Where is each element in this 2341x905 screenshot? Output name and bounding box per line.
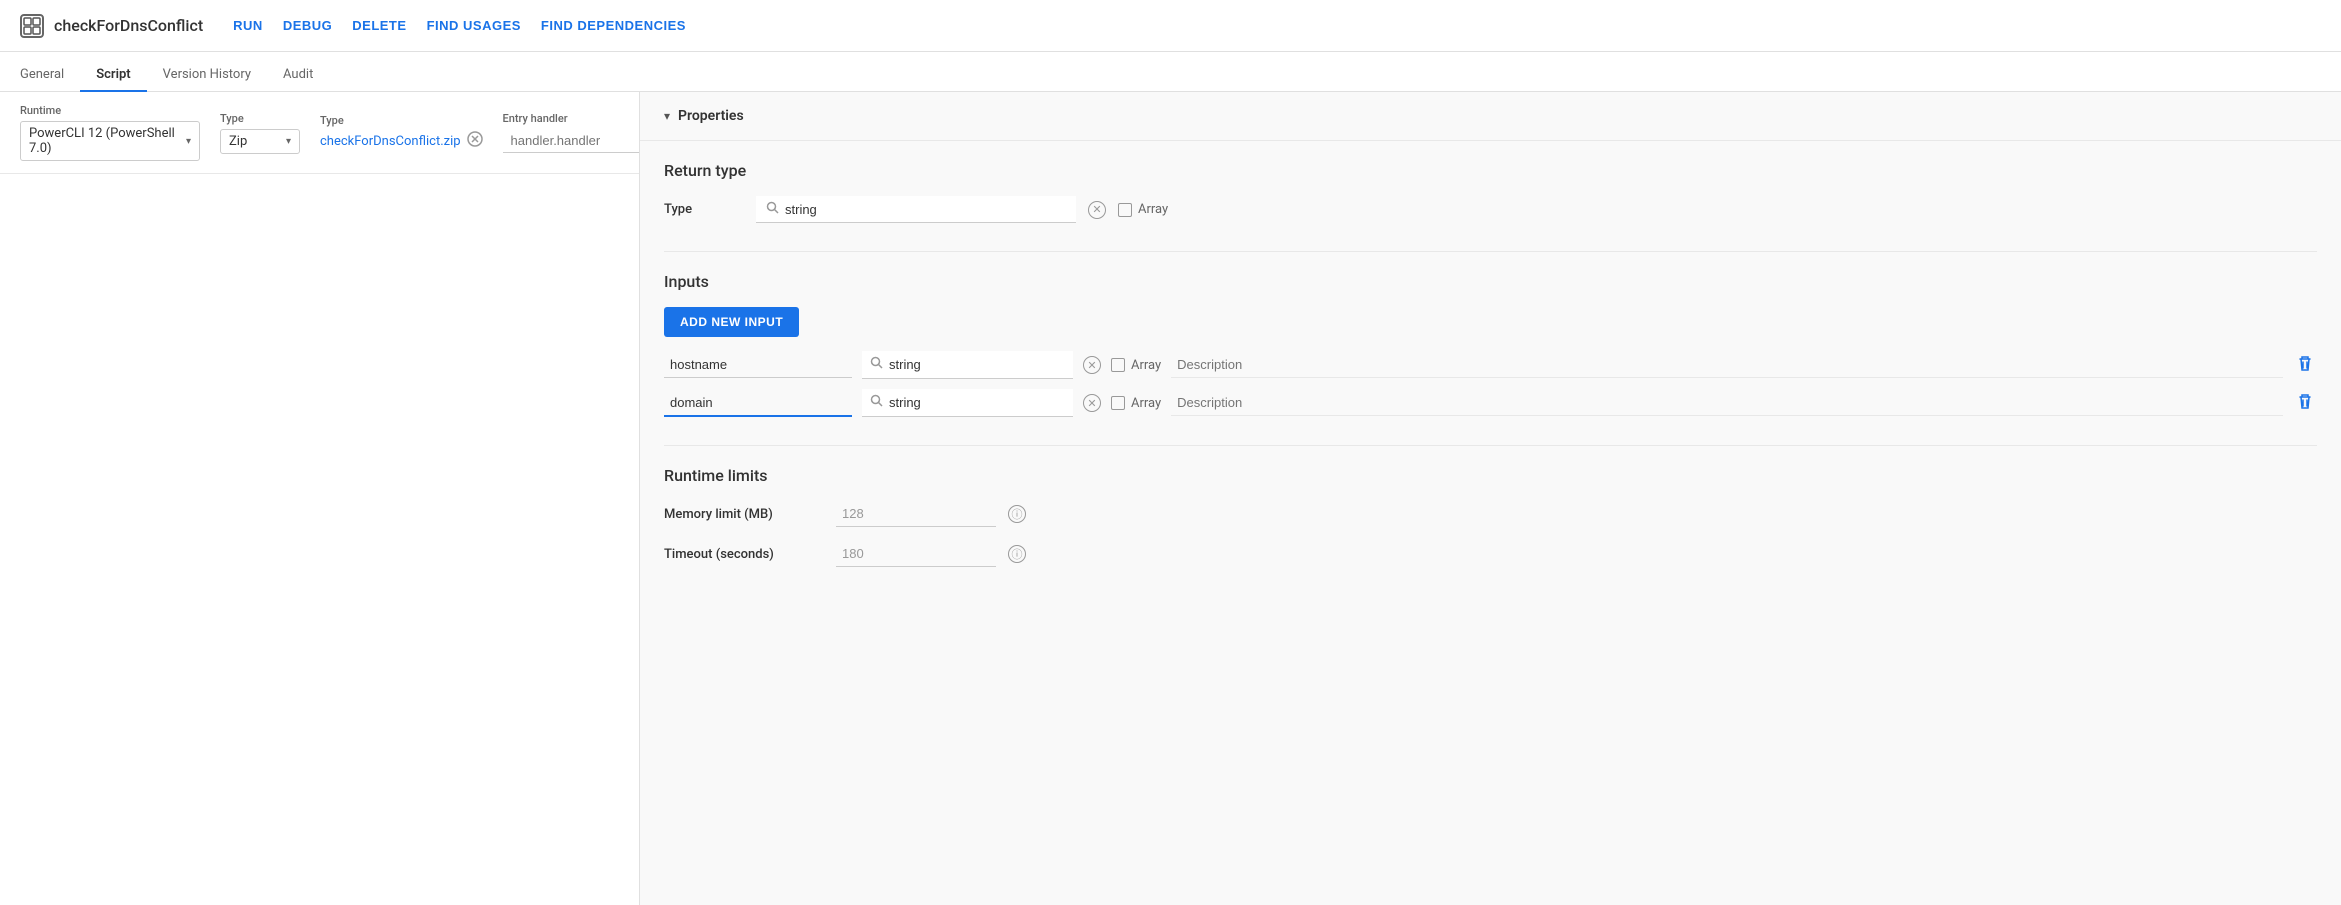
runtime-select[interactable]: PowerCLI 12 (PowerShell 7.0) ▾ [20,121,200,161]
delete-hostname-button[interactable] [2293,352,2317,378]
type-field-label: Type [664,202,744,217]
properties-header-label: Properties [678,108,744,124]
properties-content: Return type Type ✕ Array [640,141,2341,615]
left-panel: Runtime PowerCLI 12 (PowerShell 7.0) ▾ T… [0,92,640,905]
properties-header[interactable]: ▾ Properties [640,92,2341,141]
timeout-input[interactable] [836,541,996,567]
app-title: checkForDnsConflict [54,16,203,35]
divider-1 [664,251,2317,252]
script-config: Runtime PowerCLI 12 (PowerShell 7.0) ▾ T… [0,92,639,174]
entry-handler-field: Entry handler [503,112,640,153]
input-array-label-domain: Array [1131,396,1161,411]
return-type-array-checkbox[interactable] [1118,203,1132,217]
timeout-info-icon[interactable]: ⓘ [1008,545,1026,563]
type-value: Zip [229,134,247,149]
return-type-input[interactable] [785,202,1066,217]
right-panel: ▾ Properties Return type Type ✕ [640,92,2341,905]
app-icon [20,14,44,38]
run-button[interactable]: RUN [233,14,263,37]
delete-domain-button[interactable] [2293,390,2317,416]
input-type-search-icon-1 [870,356,883,373]
entry-handler-input[interactable] [503,129,640,153]
runtime-limits-title: Runtime limits [664,466,2317,485]
return-type-array-label: Array [1138,202,1168,217]
file-type-field: Type checkForDnsConflict.zip [320,114,483,151]
entry-handler-label: Entry handler [503,112,640,125]
main-layout: Runtime PowerCLI 12 (PowerShell 7.0) ▾ T… [0,92,2341,905]
inputs-section: Inputs ADD NEW INPUT ✕ Array [664,272,2317,417]
return-type-clear-icon[interactable]: ✕ [1088,201,1106,219]
return-type-array-check: Array [1118,202,1168,217]
input-description-domain[interactable] [1171,390,2283,416]
debug-button[interactable]: DEBUG [283,14,332,37]
input-type-domain[interactable] [862,389,1073,417]
input-array-check-hostname: Array [1111,358,1161,373]
return-type-search-icon [766,201,779,217]
delete-button[interactable]: DELETE [352,14,406,37]
timeout-row: Timeout (seconds) ⓘ [664,541,2317,567]
runtime-chevron-icon: ▾ [186,136,191,147]
add-new-input-button[interactable]: ADD NEW INPUT [664,307,799,337]
input-clear-domain[interactable]: ✕ [1083,394,1101,412]
type-field: Type Zip ▾ [220,112,300,154]
input-clear-hostname[interactable]: ✕ [1083,356,1101,374]
return-type-section: Return type Type ✕ Array [664,161,2317,223]
type-chevron-icon: ▾ [286,136,291,147]
return-type-row: Type ✕ Array [664,196,2317,223]
file-type-label: Type [320,114,483,127]
tab-audit[interactable]: Audit [267,59,329,92]
return-type-search[interactable] [756,196,1076,223]
tab-bar: General Script Version History Audit [0,52,2341,92]
input-array-checkbox-domain[interactable] [1111,396,1125,410]
divider-2 [664,445,2317,446]
properties-chevron-icon: ▾ [664,109,670,123]
input-array-checkbox-hostname[interactable] [1111,358,1125,372]
input-type-search-icon-2 [870,394,883,411]
tab-version-history[interactable]: Version History [147,59,267,92]
type-label: Type [220,112,300,125]
type-select[interactable]: Zip ▾ [220,129,300,154]
memory-limit-input[interactable] [836,501,996,527]
inputs-title: Inputs [664,272,2317,291]
tab-general[interactable]: General [20,59,80,92]
find-dependencies-button[interactable]: FIND DEPENDENCIES [541,14,686,37]
memory-limit-label: Memory limit (MB) [664,507,824,522]
input-type-hostname[interactable] [862,351,1073,379]
file-name: checkForDnsConflict.zip [320,134,461,149]
file-clear-icon[interactable] [467,131,483,151]
input-type-value-hostname[interactable] [889,357,1065,372]
input-name-domain[interactable] [664,390,852,417]
runtime-label: Runtime [20,104,200,117]
timeout-label: Timeout (seconds) [664,547,824,562]
input-row-domain: ✕ Array [664,389,2317,417]
top-bar: checkForDnsConflict RUN DEBUG DELETE FIN… [0,0,2341,52]
runtime-limits-section: Runtime limits Memory limit (MB) ⓘ Timeo… [664,466,2317,567]
find-usages-button[interactable]: FIND USAGES [427,14,521,37]
runtime-value: PowerCLI 12 (PowerShell 7.0) [29,126,180,156]
input-array-label-hostname: Array [1131,358,1161,373]
input-type-value-domain[interactable] [889,395,1065,410]
return-type-title: Return type [664,161,2317,180]
input-row-hostname: ✕ Array [664,351,2317,379]
memory-limit-row: Memory limit (MB) ⓘ [664,501,2317,527]
input-name-hostname[interactable] [664,352,852,378]
input-description-hostname[interactable] [1171,352,2283,378]
file-link[interactable]: checkForDnsConflict.zip [320,131,483,151]
input-array-check-domain: Array [1111,396,1161,411]
runtime-field: Runtime PowerCLI 12 (PowerShell 7.0) ▾ [20,104,200,161]
tab-script[interactable]: Script [80,59,146,92]
memory-info-icon[interactable]: ⓘ [1008,505,1026,523]
top-actions: RUN DEBUG DELETE FIND USAGES FIND DEPEND… [233,14,686,37]
